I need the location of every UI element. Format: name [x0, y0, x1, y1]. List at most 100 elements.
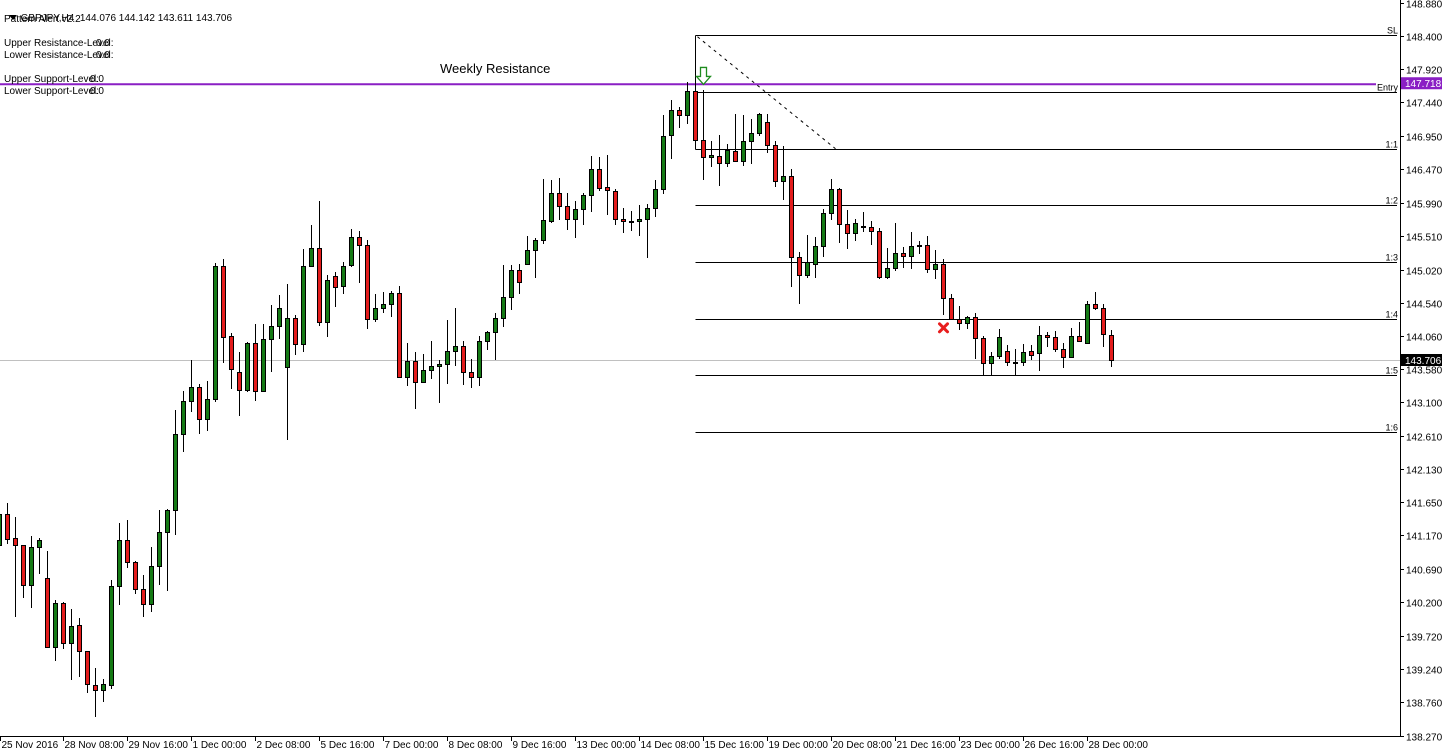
- candle-body: [349, 237, 354, 266]
- annotations: [695, 66, 949, 334]
- price-tick-label: 145.020: [1406, 267, 1442, 278]
- candle-body: [949, 298, 954, 320]
- bull-candle: [101, 679, 106, 702]
- candle-body: [405, 361, 410, 378]
- bull-candle: [709, 141, 714, 167]
- bull-candle: [485, 331, 490, 350]
- price-tick-label: 140.690: [1406, 566, 1442, 577]
- time-tick-label: 23 Dec 00:00: [961, 740, 1021, 751]
- candle-body: [893, 253, 898, 269]
- candle-body: [205, 399, 210, 420]
- candle-body: [485, 332, 490, 342]
- candle-body: [741, 141, 746, 162]
- candle-body: [0, 514, 2, 546]
- bull-candle: [893, 223, 898, 271]
- bear-candle: [133, 561, 138, 594]
- bear-candle: [125, 520, 130, 568]
- candle-body: [309, 248, 314, 267]
- level-label: Upper Support-Level:: [4, 74, 100, 85]
- candle-body: [845, 224, 850, 234]
- bear-candle: [701, 90, 706, 180]
- bull-candle: [37, 538, 42, 574]
- price-tick-label: 138.760: [1406, 699, 1442, 710]
- candle-body: [1045, 335, 1050, 338]
- candle-body: [1005, 351, 1010, 363]
- candle-body: [45, 578, 50, 648]
- bull-candle: [885, 248, 890, 279]
- bull-candle: [629, 211, 634, 231]
- price-tick-label: 144.060: [1406, 333, 1442, 344]
- candle-body: [581, 195, 586, 210]
- bull-candle: [349, 229, 354, 267]
- time-tick-label: 1 Dec 00:00: [193, 740, 247, 751]
- candle-body: [61, 603, 66, 644]
- current-price-label: 143.706: [1405, 356, 1442, 367]
- bear-candle: [221, 259, 226, 363]
- candle-body: [149, 566, 154, 605]
- bear-candle: [877, 228, 882, 279]
- level-label: Lower Support-Level:: [4, 86, 100, 97]
- bear-candle: [733, 114, 738, 162]
- price-chart[interactable]: SL Entry 1:1 1:2 1:3 1:4 1:5 1:6 148.880 148.400…: [0, 0, 1442, 755]
- bull-candle: [109, 580, 114, 689]
- bull-candle: [1037, 326, 1042, 371]
- bull-candle: [381, 292, 386, 313]
- bear-candle: [333, 272, 338, 307]
- candle-body: [917, 245, 922, 247]
- bear-candle: [85, 651, 90, 693]
- bull-candle: [861, 212, 866, 232]
- candle-body: [189, 387, 194, 402]
- time-tick-label: 28 Dec 00:00: [1089, 740, 1149, 751]
- bull-candle: [933, 250, 938, 279]
- bear-candle: [469, 359, 474, 388]
- bear-candle: [957, 306, 962, 330]
- candle-body: [397, 293, 402, 378]
- candle-body: [1077, 336, 1082, 342]
- bull-candle: [525, 236, 530, 265]
- price-tick-label: 143.580: [1406, 366, 1442, 377]
- price-tick-label: 146.470: [1406, 166, 1442, 177]
- candle-body: [381, 304, 386, 309]
- candle-body: [661, 136, 666, 190]
- candle-body: [413, 361, 418, 383]
- bull-candle: [453, 308, 458, 366]
- candle-body: [181, 401, 186, 435]
- bear-candle: [1093, 292, 1098, 310]
- candle-body: [549, 193, 554, 222]
- candle-body: [1061, 349, 1066, 358]
- candle-body: [701, 140, 706, 158]
- candle-body: [645, 208, 650, 220]
- bear-candle: [557, 178, 562, 220]
- bear-candle: [949, 294, 954, 320]
- candles: [0, 82, 1114, 717]
- candle-body: [677, 110, 682, 116]
- candle-body: [421, 370, 426, 383]
- bull-candle: [149, 547, 154, 612]
- candle-body: [925, 245, 930, 270]
- price-tick-label: 141.650: [1406, 499, 1442, 510]
- bear-candle: [1061, 343, 1066, 368]
- bull-candle: [1021, 344, 1026, 366]
- bull-candle: [749, 119, 754, 164]
- bull-candle: [157, 510, 162, 585]
- bear-candle: [1109, 330, 1114, 367]
- candle-body: [213, 266, 218, 400]
- candle-body: [781, 176, 786, 182]
- candle-body: [125, 540, 130, 563]
- bull-candle: [909, 232, 914, 269]
- candle-body: [869, 227, 874, 232]
- bull-candle: [741, 115, 746, 166]
- bull-candle: [437, 360, 442, 403]
- candle-body: [5, 514, 10, 540]
- candle-body: [197, 387, 202, 420]
- bull-candle: [541, 179, 546, 244]
- candle-body: [693, 91, 698, 141]
- candle-body: [669, 110, 674, 136]
- candle-body: [1053, 337, 1058, 350]
- bull-candle: [173, 410, 178, 535]
- candle-body: [277, 308, 282, 327]
- candle-body: [973, 317, 978, 339]
- bull-candle: [405, 343, 410, 386]
- candle-body: [533, 240, 538, 251]
- bear-candle: [565, 193, 570, 230]
